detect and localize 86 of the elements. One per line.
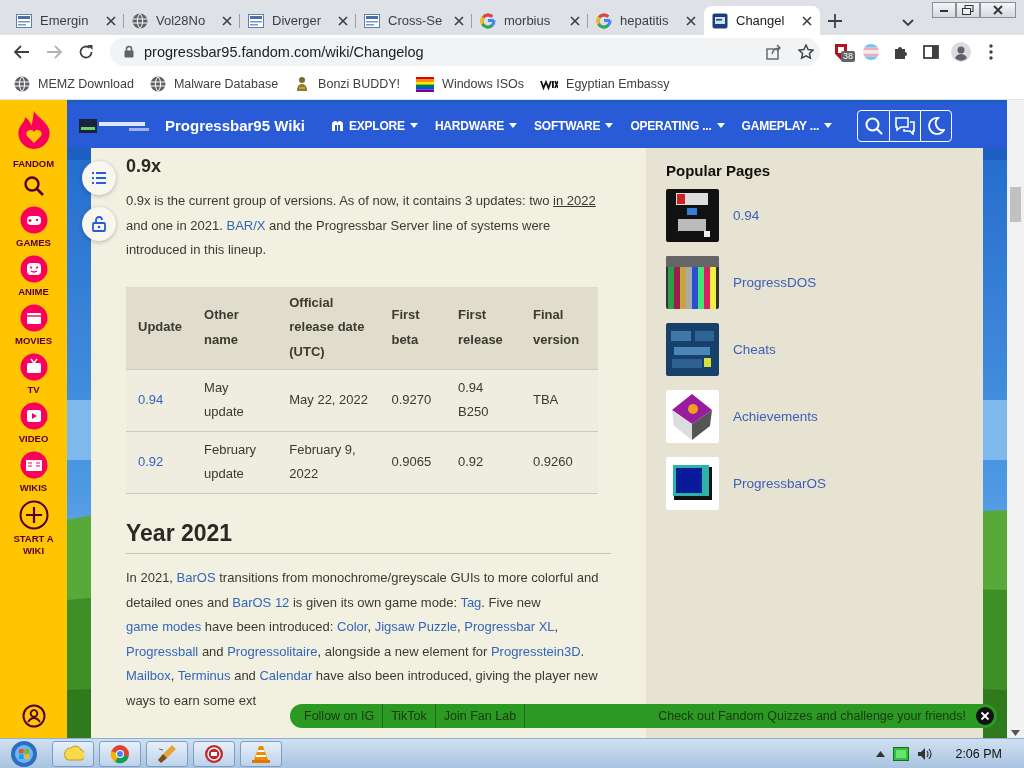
browser-tab[interactable]: Vol28No xyxy=(124,6,240,35)
bookmark-link[interactable]: Bonzi BUDDY! xyxy=(318,76,401,91)
rail-link[interactable]: TV xyxy=(5,384,62,396)
url-text: progressbar95.fandom.com/wiki/Changelog xyxy=(144,43,425,60)
taskbar-button[interactable] xyxy=(240,740,282,767)
play-icon[interactable] xyxy=(19,402,48,430)
browser-tab[interactable]: Emergin xyxy=(8,6,124,35)
browser-icon xyxy=(109,743,131,764)
rail-link[interactable]: MOVIES xyxy=(5,335,62,347)
bookmark-link[interactable]: MEMZ Download xyxy=(38,76,134,91)
scroll-down-icon[interactable] xyxy=(1011,730,1020,736)
bookmark-link[interactable]: Malware Database xyxy=(173,76,279,91)
tab-title: morbius xyxy=(504,13,552,28)
bookmark-link[interactable]: Windows ISOs xyxy=(442,76,525,91)
plus-icon[interactable] xyxy=(828,14,842,28)
globe-icon[interactable] xyxy=(14,75,30,92)
browser-tab[interactable]: Changel xyxy=(704,6,820,35)
taskbar-button[interactable] xyxy=(146,740,188,767)
minimize-icon xyxy=(939,7,949,13)
brand-label[interactable]: FANDOM xyxy=(12,158,55,169)
globe-icon xyxy=(132,12,148,29)
minimize-button[interactable] xyxy=(932,2,956,18)
close-icon xyxy=(993,5,1003,15)
traffic-cone-icon xyxy=(250,743,272,764)
logo-icon xyxy=(596,12,612,29)
rail-link[interactable]: VIDEO xyxy=(5,433,62,445)
browser-tab[interactable]: Cross-Se xyxy=(356,6,472,35)
app-icon xyxy=(712,12,728,29)
restore-icon xyxy=(962,5,974,15)
rail-link[interactable]: WIKIS xyxy=(5,482,62,494)
document-icon xyxy=(248,12,264,29)
rail-link[interactable]: ANIME xyxy=(5,286,62,298)
close-icon[interactable] xyxy=(338,15,348,26)
restore-button[interactable] xyxy=(956,2,980,18)
reload-icon[interactable] xyxy=(78,43,94,60)
browser-tab[interactable]: hepatitis xyxy=(588,6,704,35)
side-panel-icon[interactable] xyxy=(923,44,939,59)
speaker-icon[interactable] xyxy=(917,746,934,761)
document-icon xyxy=(364,12,380,29)
browser-tab[interactable]: morbius xyxy=(472,6,588,35)
plus-circle-icon[interactable] xyxy=(18,500,49,530)
close-icon[interactable] xyxy=(802,15,812,26)
lock-icon xyxy=(124,45,134,58)
avatar-icon[interactable] xyxy=(951,41,971,62)
battery-icon[interactable] xyxy=(893,746,910,761)
tab-title: Cross-Se xyxy=(388,13,444,28)
close-icon[interactable] xyxy=(686,15,696,26)
close-icon[interactable] xyxy=(454,15,464,26)
flag-icon[interactable] xyxy=(416,75,435,92)
browser-tab[interactable]: Diverger xyxy=(240,6,356,35)
close-icon[interactable] xyxy=(222,15,232,26)
flame-logo-icon xyxy=(16,110,51,150)
close-button[interactable] xyxy=(980,2,1016,18)
tv-icon[interactable] xyxy=(19,353,48,381)
rail-link[interactable]: START A WIKI xyxy=(5,533,62,557)
tab-title: hepatitis xyxy=(620,13,670,28)
taskbar-button[interactable] xyxy=(99,740,141,767)
tab-title: Vol28No xyxy=(156,13,207,28)
document-icon xyxy=(16,12,32,29)
bookmark-link[interactable]: Egyptian Embassy xyxy=(566,76,670,91)
tab-title: Changel xyxy=(736,13,786,28)
back-icon[interactable] xyxy=(14,44,30,59)
gamepad-icon[interactable] xyxy=(19,206,48,234)
star-icon[interactable] xyxy=(798,43,814,60)
chevron-up-icon[interactable] xyxy=(876,750,886,757)
user-icon[interactable] xyxy=(21,704,46,728)
face-icon[interactable] xyxy=(19,255,48,283)
globe-icon[interactable] xyxy=(149,75,166,92)
tab-title: Diverger xyxy=(272,13,323,28)
rail-link[interactable]: GAMES xyxy=(5,237,62,249)
tab-title: Emergin xyxy=(40,13,90,28)
close-icon[interactable] xyxy=(106,15,116,26)
menu-icon[interactable] xyxy=(989,43,993,60)
chevron-down-icon[interactable] xyxy=(902,19,914,27)
search-icon[interactable] xyxy=(23,176,44,196)
count-badge: 38 xyxy=(841,50,855,62)
book-icon[interactable] xyxy=(19,451,48,479)
clapperboard-icon[interactable] xyxy=(19,304,48,332)
share-icon[interactable] xyxy=(766,43,782,60)
scrollbar-thumb[interactable] xyxy=(1010,187,1021,222)
paintbrush-icon xyxy=(156,743,178,764)
clock[interactable]: 2:06 PM xyxy=(955,746,1002,761)
logo-icon xyxy=(480,12,496,29)
address-bar[interactable]: progressbar95.fandom.com/wiki/Changelog xyxy=(110,37,820,66)
close-icon[interactable] xyxy=(570,15,580,26)
taskbar-button[interactable] xyxy=(193,740,235,767)
